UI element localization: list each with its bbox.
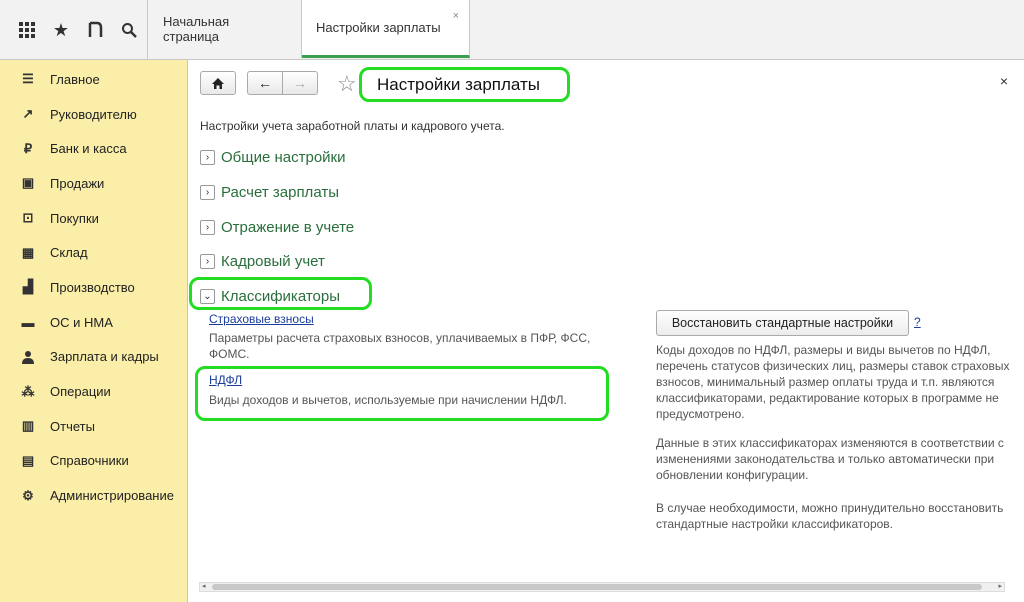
info-paragraph-2: Данные в этих классификаторах изменяются… <box>656 436 1004 482</box>
tab-close-icon[interactable]: × <box>453 10 459 22</box>
sidebar-item-references[interactable]: ▤ Справочники <box>0 444 187 479</box>
sidebar-item-label: Банк и касса <box>50 141 127 157</box>
ndfl-desc: Виды доходов и вычетов, используемые при… <box>209 393 567 407</box>
insurance-contributions-link[interactable]: Страховые взносы <box>209 312 314 326</box>
sidebar-item-label: Справочники <box>50 453 129 469</box>
expand-icon: › <box>200 185 215 200</box>
home-button[interactable] <box>200 71 236 95</box>
section-payroll[interactable]: › Расчет зарплаты <box>200 184 339 201</box>
tab-salary-settings-label: Настройки зарплаты <box>316 20 441 35</box>
expand-icon: › <box>200 254 215 269</box>
sidebar: ☰ Главное ↗ Руководителю ₽ Банк и касса ▣ Пр… <box>0 60 188 602</box>
section-label: Отражение в учете <box>221 219 355 236</box>
sidebar-item-manager[interactable]: ↗ Руководителю <box>0 97 187 132</box>
sidebar-item-bank[interactable]: ₽ Банк и касса <box>0 131 187 166</box>
history-icon[interactable] <box>78 13 112 47</box>
sidebar-item-label: Зарплата и кадры <box>50 349 159 365</box>
sidebar-item-main[interactable]: ☰ Главное <box>0 62 187 97</box>
factory-icon: ▟ <box>23 279 33 295</box>
trend-icon: ↗ <box>22 106 34 122</box>
tab-salary-settings[interactable]: Настройки зарплаты × <box>302 0 470 58</box>
forward-button[interactable]: → <box>282 71 318 95</box>
sidebar-item-label: Руководителю <box>50 106 137 122</box>
section-label: Кадровый учет <box>221 253 325 270</box>
collapse-icon: ⌄ <box>200 289 215 304</box>
sidebar-item-assets[interactable]: ▬ ОС и НМА <box>0 305 187 340</box>
sidebar-item-label: Производство <box>50 279 135 295</box>
back-button[interactable]: ← <box>247 71 283 95</box>
sidebar-item-production[interactable]: ▟ Производство <box>0 270 187 305</box>
sidebar-item-warehouse[interactable]: ▦ Склад <box>0 235 187 270</box>
bag-icon: ▣ <box>21 175 35 191</box>
sidebar-item-label: Операции <box>50 384 111 400</box>
forward-arrow-icon: → <box>293 75 307 91</box>
section-label: Классификаторы <box>221 288 341 305</box>
expand-icon: › <box>200 150 215 165</box>
restore-defaults-button[interactable]: Восстановить стандартные настройки <box>656 310 909 336</box>
ruble-icon: ₽ <box>23 140 33 156</box>
sidebar-item-label: Главное <box>50 71 100 87</box>
sidebar-item-reports[interactable]: ▥ Отчеты <box>0 409 187 444</box>
main-content: ← → ☆ Настройки зарплаты × Настройки уче… <box>189 61 1024 602</box>
page-title: Настройки зарплаты <box>359 67 570 102</box>
sidebar-item-sales[interactable]: ▣ Продажи <box>0 166 187 201</box>
gear-icon: ⚙ <box>22 487 34 503</box>
scroll-left-icon[interactable]: ◂ <box>202 582 206 590</box>
page-description: Настройки учета заработной платы и кадро… <box>200 119 505 133</box>
horizontal-scrollbar[interactable]: ◂ ▸ <box>199 582 1005 592</box>
section-classifiers[interactable]: ⌄ Классификаторы <box>200 288 340 305</box>
book-icon: ▤ <box>21 452 35 468</box>
sidebar-item-label: Склад <box>50 245 88 261</box>
section-label: Общие настройки <box>221 149 346 166</box>
info-paragraph-3: В случае необходимости, можно принудител… <box>656 501 1004 531</box>
sidebar-item-label: Администрирование <box>50 488 174 504</box>
scroll-right-icon[interactable]: ▸ <box>998 582 1002 590</box>
scroll-thumb[interactable] <box>212 584 982 590</box>
apps-grid-icon[interactable] <box>10 13 44 47</box>
top-bar: ★ Начальная страница Настройки зарплаты … <box>0 0 1024 60</box>
section-label: Расчет зарплаты <box>221 184 339 201</box>
section-accounting[interactable]: › Отражение в учете <box>200 219 354 236</box>
ndfl-link[interactable]: НДФЛ <box>209 373 242 387</box>
tab-home-label: Начальная страница <box>163 14 230 44</box>
toolbar-icons: ★ <box>0 0 148 60</box>
sidebar-item-label: Покупки <box>50 210 99 226</box>
close-icon[interactable]: × <box>1000 73 1008 89</box>
favorites-star-icon[interactable]: ★ <box>44 13 78 47</box>
expand-icon: › <box>200 220 215 235</box>
home-icon <box>212 77 224 89</box>
info-paragraph-1: Коды доходов по НДФЛ, размеры и виды выч… <box>656 343 1010 421</box>
menu-icon: ☰ <box>22 71 34 87</box>
back-arrow-icon: ← <box>258 75 272 91</box>
favorite-star-icon[interactable]: ☆ <box>337 71 357 97</box>
person-icon <box>20 349 36 365</box>
sidebar-item-purchases[interactable]: ⊡ Покупки <box>0 201 187 236</box>
cart-icon: ⊡ <box>22 210 34 226</box>
truck-icon: ▬ <box>21 314 35 330</box>
sidebar-item-label: Продажи <box>50 175 105 191</box>
section-general[interactable]: › Общие настройки <box>200 149 346 166</box>
sidebar-item-salary[interactable]: Зарплата и кадры <box>0 340 187 375</box>
sidebar-item-label: Отчеты <box>50 418 95 434</box>
tab-home[interactable]: Начальная страница <box>149 0 302 58</box>
page-title-text: Настройки зарплаты <box>377 74 540 94</box>
sidebar-item-label: ОС и НМА <box>50 314 113 330</box>
section-hr[interactable]: › Кадровый учет <box>200 253 325 270</box>
operations-icon: ⁂ <box>21 383 35 399</box>
sidebar-item-admin[interactable]: ⚙ Администрирование <box>0 478 187 513</box>
help-link[interactable]: ? <box>914 315 921 329</box>
search-icon[interactable] <box>112 13 146 47</box>
bar-chart-icon: ▥ <box>21 418 35 434</box>
sidebar-item-operations[interactable]: ⁂ Операции <box>0 374 187 409</box>
insurance-contributions-desc: Параметры расчета страховых взносов, упл… <box>209 331 591 361</box>
warehouse-icon: ▦ <box>21 244 35 260</box>
